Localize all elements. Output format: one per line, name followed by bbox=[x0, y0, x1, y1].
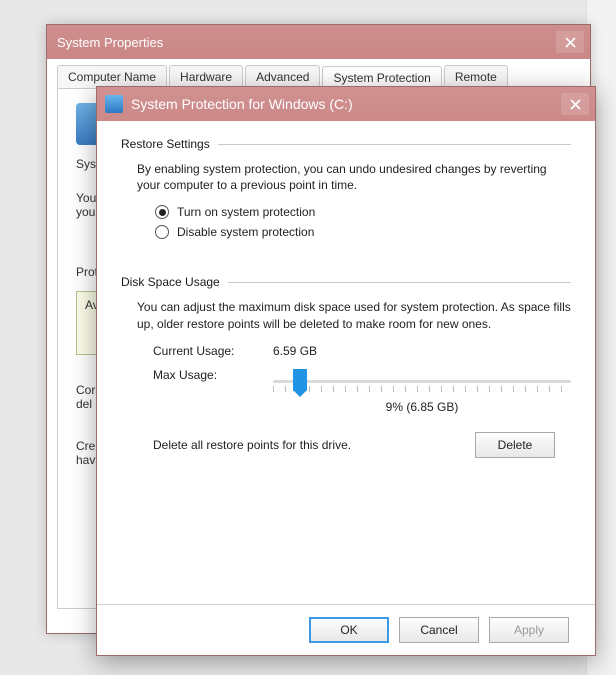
restore-settings-header: Restore Settings bbox=[121, 137, 571, 151]
divider bbox=[218, 144, 571, 145]
radio-icon bbox=[155, 205, 169, 219]
max-usage-label: Max Usage: bbox=[153, 368, 273, 382]
system-protection-dialog: System Protection for Windows (C:) Resto… bbox=[96, 86, 596, 656]
close-icon bbox=[565, 37, 576, 48]
tab-computer-name[interactable]: Computer Name bbox=[57, 65, 167, 88]
dialog-close-button[interactable] bbox=[561, 93, 589, 115]
max-usage-slider[interactable] bbox=[273, 368, 571, 394]
cancel-button[interactable]: Cancel bbox=[399, 617, 479, 643]
max-usage-value: 9% (6.85 GB) bbox=[273, 400, 571, 414]
slider-ticks bbox=[273, 386, 571, 392]
radio-disable-label: Disable system protection bbox=[177, 225, 314, 239]
current-usage-row: Current Usage: 6.59 GB bbox=[153, 344, 571, 358]
divider bbox=[97, 604, 595, 605]
disk-space-label: Disk Space Usage bbox=[121, 275, 220, 289]
radio-icon bbox=[155, 225, 169, 239]
apply-button: Apply bbox=[489, 617, 569, 643]
slider-track bbox=[273, 380, 571, 383]
max-usage-row: Max Usage: 9% (6.85 GB) bbox=[153, 368, 571, 414]
slider-thumb[interactable] bbox=[293, 369, 307, 391]
dialog-titlebar: System Protection for Windows (C:) bbox=[97, 87, 595, 121]
radio-turn-on[interactable]: Turn on system protection bbox=[155, 205, 571, 219]
tab-remote[interactable]: Remote bbox=[444, 65, 508, 88]
tab-advanced[interactable]: Advanced bbox=[245, 65, 320, 88]
close-icon bbox=[570, 99, 581, 110]
parent-titlebar: System Properties bbox=[47, 25, 590, 59]
divider bbox=[228, 282, 571, 283]
current-usage-label: Current Usage: bbox=[153, 344, 273, 358]
dialog-title: System Protection for Windows (C:) bbox=[131, 96, 353, 112]
radio-disable[interactable]: Disable system protection bbox=[155, 225, 571, 239]
restore-settings-label: Restore Settings bbox=[121, 137, 210, 151]
restore-settings-description: By enabling system protection, you can u… bbox=[137, 161, 571, 193]
tab-hardware[interactable]: Hardware bbox=[169, 65, 243, 88]
ok-button[interactable]: OK bbox=[309, 617, 389, 643]
parent-close-button[interactable] bbox=[556, 31, 584, 53]
radio-turn-on-label: Turn on system protection bbox=[177, 205, 315, 219]
delete-restore-points-text: Delete all restore points for this drive… bbox=[153, 438, 351, 452]
dialog-body: Restore Settings By enabling system prot… bbox=[97, 121, 595, 655]
current-usage-value: 6.59 GB bbox=[273, 344, 317, 358]
disk-space-header: Disk Space Usage bbox=[121, 275, 571, 289]
delete-button[interactable]: Delete bbox=[475, 432, 555, 458]
parent-title: System Properties bbox=[57, 35, 163, 50]
disk-space-description: You can adjust the maximum disk space us… bbox=[137, 299, 571, 331]
dialog-button-row: OK Cancel Apply bbox=[121, 617, 571, 643]
system-protection-icon bbox=[105, 95, 123, 113]
